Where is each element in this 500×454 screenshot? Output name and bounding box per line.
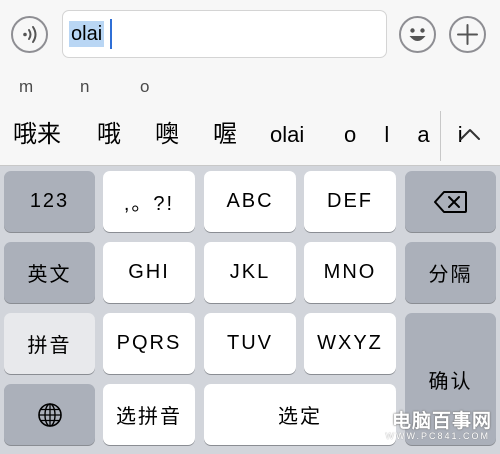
globe-key[interactable]: [4, 384, 95, 445]
pinyin-row: m n o: [0, 67, 500, 108]
numbers-key[interactable]: 123: [4, 171, 95, 232]
mno-key[interactable]: MNO: [304, 242, 396, 303]
wxyz-key[interactable]: WXYZ: [304, 313, 396, 374]
candidate-item[interactable]: 哦: [97, 120, 121, 150]
emoji-smile-icon: [409, 28, 426, 41]
chevron-up-icon: [460, 129, 480, 140]
candidate-item[interactable]: olai: [270, 120, 304, 150]
separator-key[interactable]: 分隔: [405, 242, 496, 303]
def-key[interactable]: DEF: [304, 171, 396, 232]
voice-wave-icon: [23, 26, 37, 43]
add-button[interactable]: [449, 16, 486, 53]
backspace-key[interactable]: [405, 171, 496, 232]
message-input[interactable]: olai: [62, 10, 387, 58]
candidate-item[interactable]: 哦来: [13, 120, 61, 150]
ghi-key[interactable]: GHI: [103, 242, 195, 303]
select-pinyin-key[interactable]: 选拼音: [103, 384, 195, 445]
abc-key[interactable]: ABC: [204, 171, 296, 232]
tuv-key[interactable]: TUV: [204, 313, 296, 374]
jkl-key[interactable]: JKL: [204, 242, 296, 303]
watermark: 电脑百事网 WWW.PC841.COM: [362, 404, 496, 450]
backspace-icon: [433, 190, 467, 213]
pqrs-key[interactable]: PQRS: [103, 313, 195, 374]
pinyin-key[interactable]: 拼音: [4, 313, 95, 374]
pinyin-letter[interactable]: n: [80, 77, 90, 97]
punctuation-key[interactable]: ,。?!: [103, 171, 195, 232]
pinyin-letter[interactable]: o: [140, 77, 150, 97]
plus-icon: [457, 24, 478, 45]
watermark-url: WWW.PC841.COM: [385, 431, 490, 441]
pinyin-letter[interactable]: m: [19, 77, 34, 97]
candidate-item[interactable]: 喔: [213, 120, 237, 150]
voice-button[interactable]: [11, 16, 48, 53]
input-bar: olai: [0, 0, 500, 68]
text-caret: [110, 19, 112, 49]
emoji-button[interactable]: [399, 16, 436, 53]
english-key[interactable]: 英文: [4, 242, 95, 303]
input-text: olai: [69, 21, 105, 47]
candidate-bar: 哦来 哦 噢 喔 olai o l a i: [0, 107, 500, 166]
expand-candidates-button[interactable]: [441, 107, 500, 165]
watermark-text: 电脑百事网: [391, 411, 492, 432]
candidate-item[interactable]: 噢: [155, 120, 179, 150]
globe-icon: [37, 402, 62, 427]
